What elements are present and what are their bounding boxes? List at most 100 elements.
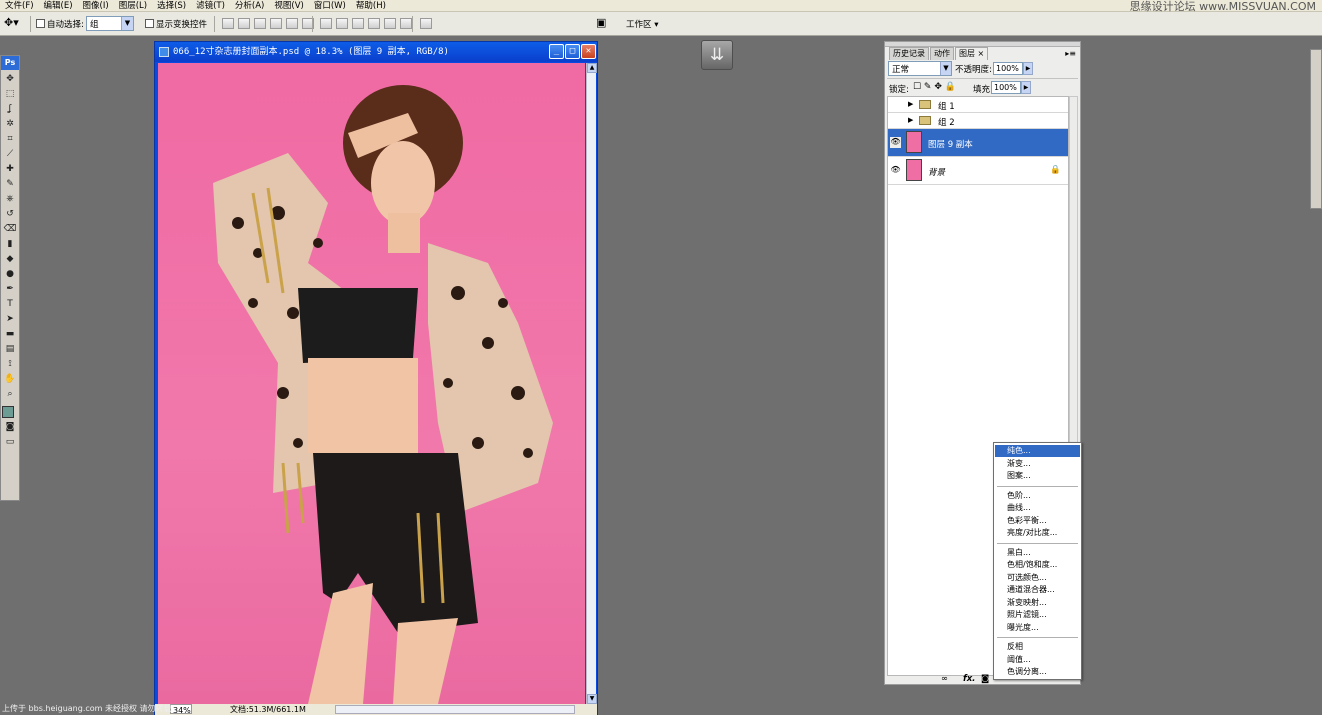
brush-icon[interactable]: ✎ xyxy=(3,179,17,190)
align-top-icon[interactable] xyxy=(222,18,234,29)
adjustment-menu-item[interactable]: 可选颜色... xyxy=(995,572,1080,584)
menu-window[interactable]: 窗口(W) xyxy=(309,0,351,12)
menu-file[interactable]: 文件(F) xyxy=(0,0,39,12)
pen-icon[interactable]: ✒ xyxy=(3,284,17,295)
distribute-bottom-icon[interactable] xyxy=(352,18,364,29)
hand-icon[interactable]: ✋ xyxy=(3,374,17,385)
adjustment-menu-item[interactable]: 色相/饱和度... xyxy=(995,559,1080,571)
vertical-scrollbar[interactable]: ▲ ▼ xyxy=(586,63,597,704)
screen-mode-icon[interactable]: ▭ xyxy=(3,437,17,448)
tab-history[interactable]: 历史记录 xyxy=(889,47,929,60)
show-transform-checkbox[interactable]: 显示变换控件 xyxy=(145,18,207,30)
align-bottom-icon[interactable] xyxy=(254,18,266,29)
collapsed-panel-dock[interactable] xyxy=(1310,49,1322,209)
blend-mode-dropdown[interactable]: 正常 ▼ xyxy=(888,61,952,76)
menu-analysis[interactable]: 分析(A) xyxy=(230,0,269,12)
adjustment-menu-item[interactable]: 通道混合器... xyxy=(995,584,1080,596)
expand-arrow-icon[interactable]: ▶ xyxy=(908,100,913,108)
menu-image[interactable]: 图像(I) xyxy=(78,0,114,12)
fill-slider-icon[interactable]: ▶ xyxy=(1021,81,1031,94)
adjustment-menu-item[interactable]: 黑白... xyxy=(995,547,1080,559)
lasso-icon[interactable]: ʆ xyxy=(3,104,17,115)
expand-arrows-icon[interactable]: ⇊ xyxy=(701,40,733,70)
adjustment-menu-item[interactable]: 亮度/对比度... xyxy=(995,527,1080,539)
mask-icon[interactable]: ◙ xyxy=(981,674,989,684)
quick-mask-icon[interactable]: ◙ xyxy=(3,422,17,433)
opacity-input[interactable]: 100% xyxy=(993,62,1023,75)
move-tool-icon[interactable]: ✥▾ xyxy=(4,16,19,29)
zoom-icon[interactable]: ⌕ xyxy=(3,389,17,400)
path-selection-icon[interactable]: ➤ xyxy=(3,314,17,325)
adjustment-menu-item[interactable]: 阈值... xyxy=(995,654,1080,666)
tab-actions[interactable]: 动作 xyxy=(930,47,954,60)
distribute-right-icon[interactable] xyxy=(400,18,412,29)
auto-align-icon[interactable] xyxy=(420,18,432,29)
distribute-hcenter-icon[interactable] xyxy=(384,18,396,29)
menu-layer[interactable]: 图层(L) xyxy=(114,0,152,12)
auto-select-checkbox[interactable]: 自动选择: xyxy=(36,18,84,30)
adjustment-menu-item[interactable]: 色调分离... xyxy=(995,666,1080,678)
horizontal-scrollbar[interactable] xyxy=(335,705,575,714)
align-left-icon[interactable] xyxy=(270,18,282,29)
gradient-icon[interactable]: ▮ xyxy=(3,239,17,250)
close-button[interactable]: ✕ xyxy=(581,44,596,59)
visibility-toggle[interactable] xyxy=(890,115,901,126)
menu-view[interactable]: 视图(V) xyxy=(269,0,308,12)
align-vcenter-icon[interactable] xyxy=(238,18,250,29)
healing-brush-icon[interactable]: ✚ xyxy=(3,164,17,175)
slice-icon[interactable]: ⟋ xyxy=(3,149,17,160)
document-titlebar[interactable]: 066_12寸杂志册封面副本.psd @ 18.3% (图层 9 副本, RGB… xyxy=(155,42,597,62)
crop-icon[interactable]: ⌗ xyxy=(3,134,17,145)
layer-row-layer-9-copy[interactable]: 👁 图层 9 副本 xyxy=(888,129,1068,157)
scroll-up-icon[interactable]: ▲ xyxy=(587,63,597,73)
opacity-slider-icon[interactable]: ▶ xyxy=(1023,62,1033,75)
align-hcenter-icon[interactable] xyxy=(286,18,298,29)
maximize-button[interactable]: □ xyxy=(565,44,580,59)
shape-icon[interactable]: ▬ xyxy=(3,329,17,340)
eraser-icon[interactable]: ⌫ xyxy=(3,224,17,235)
adjustment-menu-item[interactable]: 曲线... xyxy=(995,502,1080,514)
zoom-field[interactable]: 34% xyxy=(170,704,192,715)
foreground-color-swatch[interactable] xyxy=(2,406,14,418)
adjustment-menu-item[interactable]: 曝光度... xyxy=(995,622,1080,634)
adjustment-menu-item[interactable]: 照片滤镜... xyxy=(995,609,1080,621)
menu-edit[interactable]: 编辑(E) xyxy=(39,0,78,12)
distribute-top-icon[interactable] xyxy=(320,18,332,29)
adjustment-menu-item[interactable]: 色阶... xyxy=(995,490,1080,502)
history-brush-icon[interactable]: ↺ xyxy=(3,209,17,220)
menu-filter[interactable]: 滤镜(T) xyxy=(191,0,230,12)
auto-select-dropdown[interactable]: 组 ▼ xyxy=(86,16,134,31)
fx-icon[interactable]: fx. xyxy=(963,674,975,684)
tab-layers[interactable]: 图层 × xyxy=(955,47,989,60)
visibility-toggle[interactable] xyxy=(890,99,901,110)
expand-arrow-icon[interactable]: ▶ xyxy=(908,116,913,124)
adjustment-menu-item[interactable]: 色彩平衡... xyxy=(995,515,1080,527)
adjustment-menu-item[interactable]: 图案... xyxy=(995,470,1080,482)
adjustment-menu-item[interactable]: 反相 xyxy=(995,641,1080,653)
move-icon[interactable]: ✥ xyxy=(3,74,17,85)
layer-row-group-2[interactable]: ▶ 组 2 xyxy=(888,113,1068,129)
lock-icons[interactable]: ☐ ✎ ✥ 🔒 xyxy=(913,82,956,92)
clone-stamp-icon[interactable]: ⎈ xyxy=(3,194,17,205)
adjustment-menu-item[interactable]: 纯色... xyxy=(995,445,1080,457)
eye-icon[interactable]: 👁 xyxy=(890,165,901,176)
workspace-menu[interactable]: 工作区 ▾ xyxy=(626,18,658,30)
distribute-left-icon[interactable] xyxy=(368,18,380,29)
eye-icon[interactable]: 👁 xyxy=(890,137,901,148)
layer-row-background[interactable]: 👁 背景 🔒 xyxy=(888,157,1068,185)
adjustment-menu-item[interactable]: 渐变映射... xyxy=(995,597,1080,609)
distribute-vcenter-icon[interactable] xyxy=(336,18,348,29)
menu-select[interactable]: 选择(S) xyxy=(152,0,191,12)
marquee-icon[interactable]: ⬚ xyxy=(3,89,17,100)
menu-help[interactable]: 帮助(H) xyxy=(351,0,391,12)
layer-row-group-1[interactable]: ▶ 组 1 xyxy=(888,97,1068,113)
scroll-down-icon[interactable]: ▼ xyxy=(587,694,597,704)
dodge-icon[interactable]: ● xyxy=(3,269,17,280)
minimize-button[interactable]: _ xyxy=(549,44,564,59)
workspace-camera-icon[interactable]: ▣ xyxy=(596,16,606,29)
magic-wand-icon[interactable]: ✲ xyxy=(3,119,17,130)
image-canvas[interactable] xyxy=(158,63,585,704)
eyedropper-icon[interactable]: ⟟ xyxy=(3,359,17,370)
link-icon[interactable]: ∞ xyxy=(941,674,948,684)
fill-input[interactable]: 100% xyxy=(991,81,1021,94)
